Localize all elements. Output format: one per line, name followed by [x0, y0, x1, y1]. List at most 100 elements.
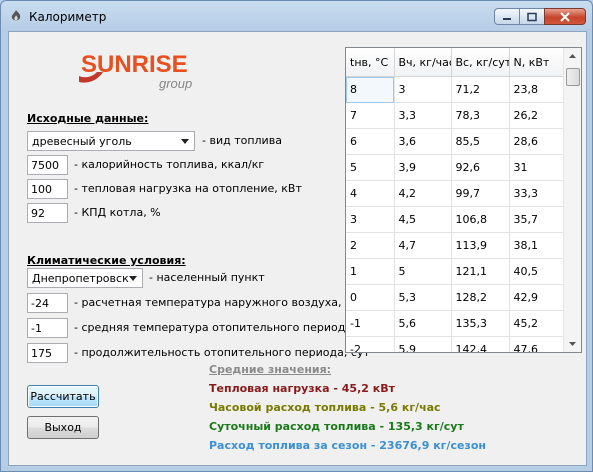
- table-cell[interactable]: 78,3: [451, 102, 510, 129]
- table-cell[interactable]: 2: [346, 232, 395, 259]
- duration-input[interactable]: 175: [27, 343, 68, 363]
- scroll-up-icon[interactable]: [564, 48, 581, 65]
- table-cell[interactable]: 42,9: [509, 284, 567, 311]
- table-cell[interactable]: 35,7: [509, 206, 567, 233]
- table-cell[interactable]: 23,8: [509, 76, 567, 103]
- results-table[interactable]: tнв, °C Вч, кг/час Вс, кг/сут N, кВт 8 3 71,2…: [345, 47, 582, 353]
- table-cell[interactable]: 3: [346, 206, 395, 233]
- table-cell[interactable]: 113,9: [451, 232, 510, 259]
- fuel-type-select[interactable]: древесный уголь: [27, 131, 195, 151]
- table-cell[interactable]: -2: [346, 336, 395, 352]
- table-cell[interactable]: 40,5: [509, 258, 567, 285]
- flame-app-icon: [11, 10, 21, 21]
- table-cell[interactable]: 128,2: [451, 284, 510, 311]
- close-button[interactable]: [544, 8, 586, 25]
- table-cell[interactable]: 26,2: [509, 102, 567, 129]
- table-row[interactable]: 4 4,2 99,7 33,3: [346, 180, 567, 207]
- avg-temp-input[interactable]: -1: [27, 318, 68, 338]
- climate-title: Климатические условия:: [27, 254, 186, 267]
- app-window: Калориметр SUNRISE group Исходные данные…: [0, 0, 593, 472]
- table-row[interactable]: 8 3 71,2 23,8: [346, 76, 567, 103]
- efficiency-label: - КПД котла, %: [74, 206, 161, 219]
- table-cell[interactable]: 3,3: [394, 102, 452, 129]
- table-cell[interactable]: 31: [509, 154, 567, 181]
- table-cell[interactable]: 5: [346, 154, 395, 181]
- city-label: - населенный пункт: [149, 271, 265, 284]
- table-cell[interactable]: 4,7: [394, 232, 452, 259]
- table-cell[interactable]: 7: [346, 102, 395, 129]
- table-cell[interactable]: 8: [346, 76, 395, 103]
- city-select[interactable]: Днепропетровск: [27, 268, 143, 288]
- table-row[interactable]: 0 5,3 128,2 42,9: [346, 284, 567, 311]
- table-row[interactable]: 3 4,5 106,8 35,7: [346, 206, 567, 233]
- table-cell[interactable]: 71,2: [451, 76, 510, 103]
- calorific-label: - калорийность топлива, ккал/кг: [74, 158, 265, 171]
- table-cell[interactable]: 5,9: [394, 336, 452, 352]
- design-temp-input[interactable]: -24: [27, 293, 68, 313]
- heat-load-input[interactable]: 100: [27, 179, 68, 199]
- close-icon: [560, 11, 570, 22]
- caption-buttons: [494, 8, 586, 25]
- avg-hourly-fuel: Часовой расход топлива - 5,6 кг/час: [209, 401, 441, 414]
- table-cell[interactable]: 106,8: [451, 206, 510, 233]
- table-cell[interactable]: 28,6: [509, 128, 567, 155]
- table-cell[interactable]: -1: [346, 310, 395, 337]
- chevron-down-icon: [129, 276, 137, 281]
- logo-sub: group: [159, 76, 192, 91]
- avg-heat-load: Тепловая нагрузка - 45,2 кВт: [209, 382, 395, 395]
- vertical-scrollbar[interactable]: [563, 48, 581, 352]
- table-cell[interactable]: 0: [346, 284, 395, 311]
- table-cell[interactable]: 4: [346, 180, 395, 207]
- avg-temp-label: - средняя температура отопительного пери…: [74, 321, 373, 334]
- client-area: SUNRISE group Исходные данные: древесный…: [8, 31, 587, 466]
- table-cell[interactable]: 3,9: [394, 154, 452, 181]
- table-row[interactable]: -1 5,6 135,3 45,2: [346, 310, 567, 337]
- design-temp-label: - расчетная температура наружного воздух…: [74, 296, 359, 309]
- minimize-button[interactable]: [494, 8, 520, 25]
- scroll-down-icon[interactable]: [564, 335, 581, 352]
- results-table-body: tнв, °C Вч, кг/час Вс, кг/сут N, кВт 8 3 71,2…: [346, 48, 567, 352]
- table-cell[interactable]: 33,3: [509, 180, 567, 207]
- window-title: Калориметр: [29, 10, 107, 24]
- efficiency-input[interactable]: 92: [27, 203, 68, 223]
- title-bar[interactable]: Калориметр: [1, 1, 592, 31]
- column-header[interactable]: Вс, кг/сут: [451, 48, 510, 77]
- table-cell[interactable]: 85,5: [451, 128, 510, 155]
- table-row[interactable]: 7 3,3 78,3 26,2: [346, 102, 567, 129]
- maximize-button[interactable]: [519, 8, 545, 25]
- table-cell[interactable]: 3: [394, 76, 452, 103]
- exit-button[interactable]: Выход: [27, 416, 99, 439]
- table-cell[interactable]: 5: [394, 258, 452, 285]
- table-cell[interactable]: 92,6: [451, 154, 510, 181]
- column-header[interactable]: Вч, кг/час: [394, 48, 452, 77]
- calorific-input[interactable]: 7500: [27, 155, 68, 175]
- initial-data-title: Исходные данные:: [27, 112, 149, 125]
- table-row[interactable]: 2 4,7 113,9 38,1: [346, 232, 567, 259]
- table-cell[interactable]: 99,7: [451, 180, 510, 207]
- column-header[interactable]: tнв, °C: [346, 48, 395, 77]
- table-cell[interactable]: 47,6: [509, 336, 567, 352]
- table-cell[interactable]: 5,3: [394, 284, 452, 311]
- table-cell[interactable]: 135,3: [451, 310, 510, 337]
- table-cell[interactable]: 121,1: [451, 258, 510, 285]
- calculate-button[interactable]: Рассчитать: [27, 385, 99, 408]
- avg-daily-fuel: Суточный расход топлива - 135,3 кг/сут: [209, 420, 464, 433]
- table-row[interactable]: 5 3,9 92,6 31: [346, 154, 567, 181]
- maximize-icon: [527, 12, 537, 21]
- table-row[interactable]: 6 3,6 85,5 28,6: [346, 128, 567, 155]
- table-row[interactable]: 1 5 121,1 40,5: [346, 258, 567, 285]
- table-cell[interactable]: 142,4: [451, 336, 510, 352]
- table-cell[interactable]: 45,2: [509, 310, 567, 337]
- table-row[interactable]: -2 5,9 142,4 47,6: [346, 336, 567, 352]
- column-header[interactable]: N, кВт: [509, 48, 567, 77]
- table-cell[interactable]: 3,6: [394, 128, 452, 155]
- table-cell[interactable]: 4,5: [394, 206, 452, 233]
- table-cell[interactable]: 4,2: [394, 180, 452, 207]
- fuel-type-value: древесный уголь: [32, 135, 132, 148]
- table-cell[interactable]: 5,6: [394, 310, 452, 337]
- table-cell[interactable]: 38,1: [509, 232, 567, 259]
- table-cell[interactable]: 6: [346, 128, 395, 155]
- scroll-thumb[interactable]: [566, 68, 580, 86]
- logo-brand: SUNRISE: [81, 51, 188, 78]
- table-cell[interactable]: 1: [346, 258, 395, 285]
